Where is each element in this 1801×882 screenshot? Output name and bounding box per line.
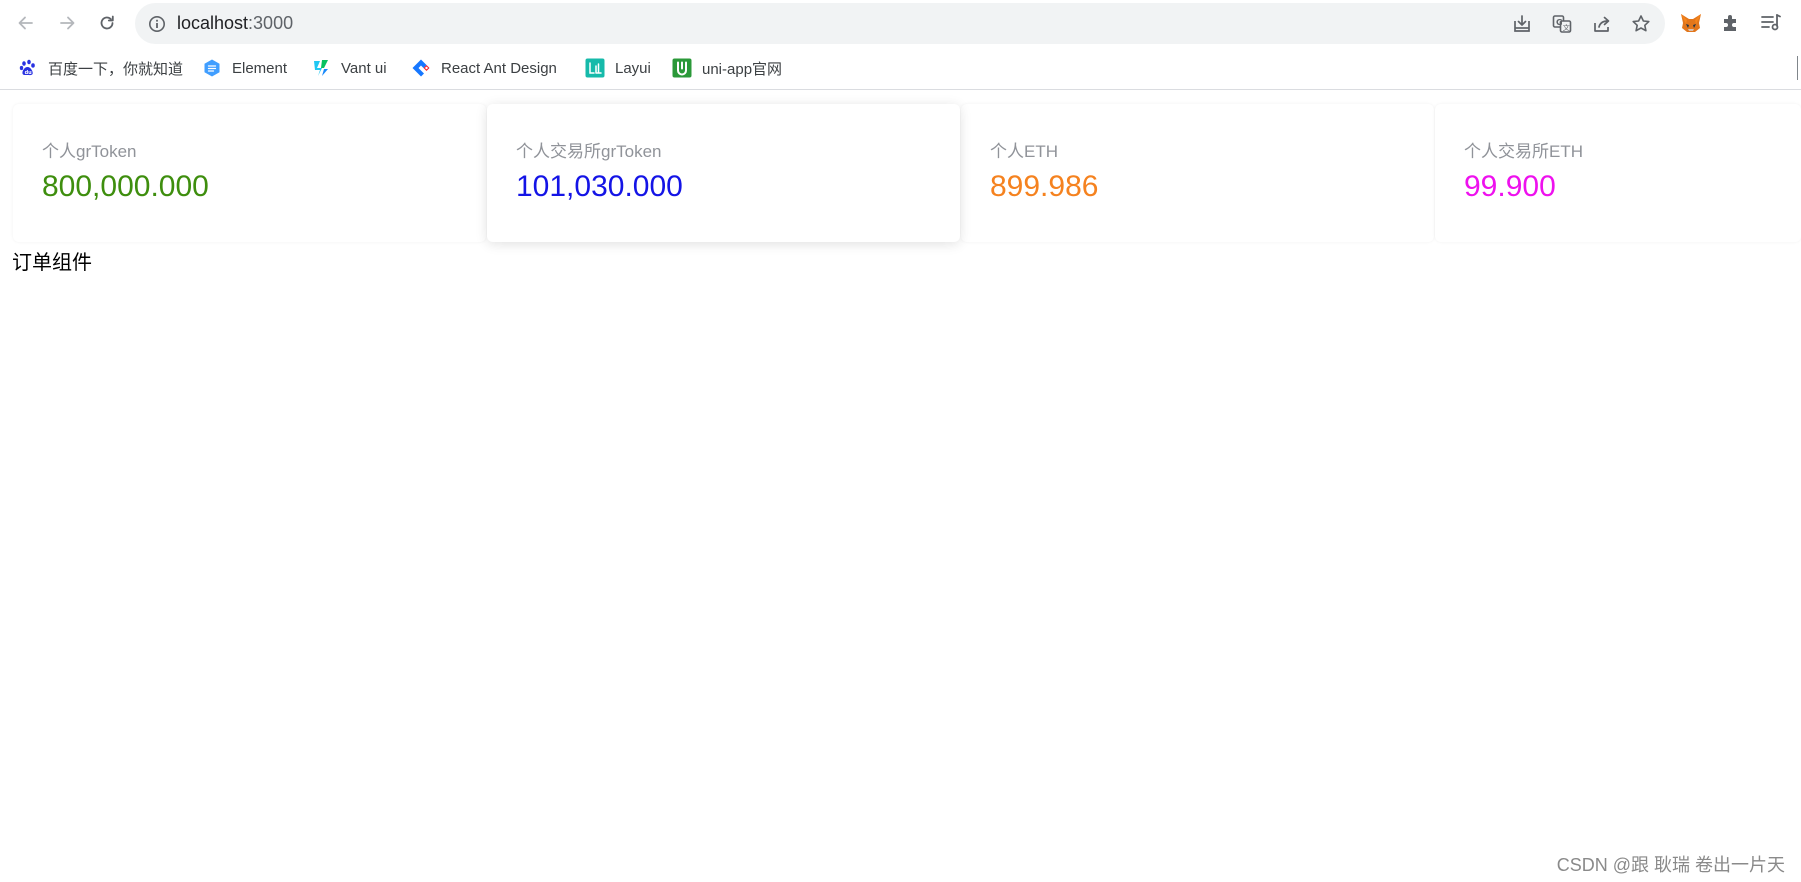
url-host: localhost <box>177 13 249 33</box>
stat-card-eth: 个人ETH 899.986 <box>961 104 1434 242</box>
bookmark-baidu[interactable]: du 百度一下，你就知道 <box>18 57 183 79</box>
install-icon[interactable] <box>1511 13 1533 35</box>
forward-button[interactable] <box>52 8 82 38</box>
bookmark-label: 百度一下，你就知道 <box>48 60 184 78</box>
reload-icon <box>100 15 114 30</box>
reading-list-icon[interactable] <box>1759 11 1783 35</box>
address-bar[interactable]: localhost:3000 G 文 <box>135 3 1665 44</box>
fox-icon[interactable] <box>1679 11 1703 35</box>
layui-icon <box>585 58 605 78</box>
stat-card-exchange-eth: 个人交易所ETH 99.900 <box>1435 104 1801 242</box>
svg-text:du: du <box>25 70 33 76</box>
arrow-left-icon <box>18 16 33 30</box>
bookmark-element[interactable]: Element <box>202 57 287 79</box>
arrow-right-icon <box>60 16 75 30</box>
stat-card-value: 99.900 <box>1464 170 1556 203</box>
back-button[interactable] <box>11 8 41 38</box>
csdn-watermark: CSDN @跟 耿瑞 卷出一片天 <box>1556 855 1785 875</box>
browser-toolbar: localhost:3000 G 文 <box>0 0 1801 46</box>
order-component-label: 订单组件 <box>12 252 92 274</box>
bookmark-label: uni-app官网 <box>702 60 783 78</box>
svg-text:文: 文 <box>1563 23 1570 32</box>
puzzle-icon[interactable] <box>1719 11 1743 35</box>
uniapp-icon <box>672 58 692 78</box>
stat-card-value: 899.986 <box>990 170 1099 203</box>
bookmark-label: Layui <box>615 59 651 77</box>
url-port: :3000 <box>248 13 294 33</box>
vant-icon <box>314 60 328 76</box>
stat-card-title: 个人交易所ETH <box>1464 142 1583 161</box>
stat-card-exchange-grtoken: 个人交易所grToken 101,030.000 <box>487 104 960 242</box>
bookmark-ant-design[interactable]: React Ant Design <box>411 57 557 79</box>
reload-button[interactable] <box>92 8 122 38</box>
bookmark-vant[interactable]: Vant ui <box>311 57 387 79</box>
stat-card-value: 800,000.000 <box>42 170 209 203</box>
url-text[interactable]: localhost:3000 <box>177 3 293 44</box>
bookmarks-overflow-divider <box>1797 56 1798 80</box>
paw-icon: du <box>19 59 35 76</box>
bookmark-uniapp[interactable]: uni-app官网 <box>672 57 782 79</box>
ant-design-icon <box>412 59 430 77</box>
stat-card-value: 101,030.000 <box>516 170 683 203</box>
svg-text:G: G <box>1556 18 1563 27</box>
bookmarks-bar: du 百度一下，你就知道 Element Vant ui React Ant D… <box>0 46 1801 90</box>
translate-icon[interactable]: G 文 <box>1551 13 1573 35</box>
stat-card-grtoken: 个人grToken 800,000.000 <box>13 104 486 242</box>
stat-card-title: 个人grToken <box>42 142 137 161</box>
share-icon[interactable] <box>1591 13 1613 35</box>
bookmark-label: Vant ui <box>341 59 387 77</box>
bookmark-label: React Ant Design <box>441 59 557 77</box>
bookmark-layui[interactable]: Layui <box>585 57 651 79</box>
element-icon <box>204 59 220 77</box>
stat-card-title: 个人交易所grToken <box>516 142 662 161</box>
stat-card-title: 个人ETH <box>990 142 1058 161</box>
star-icon[interactable] <box>1630 13 1652 35</box>
bookmark-label: Element <box>232 59 288 77</box>
info-icon[interactable] <box>148 15 166 33</box>
